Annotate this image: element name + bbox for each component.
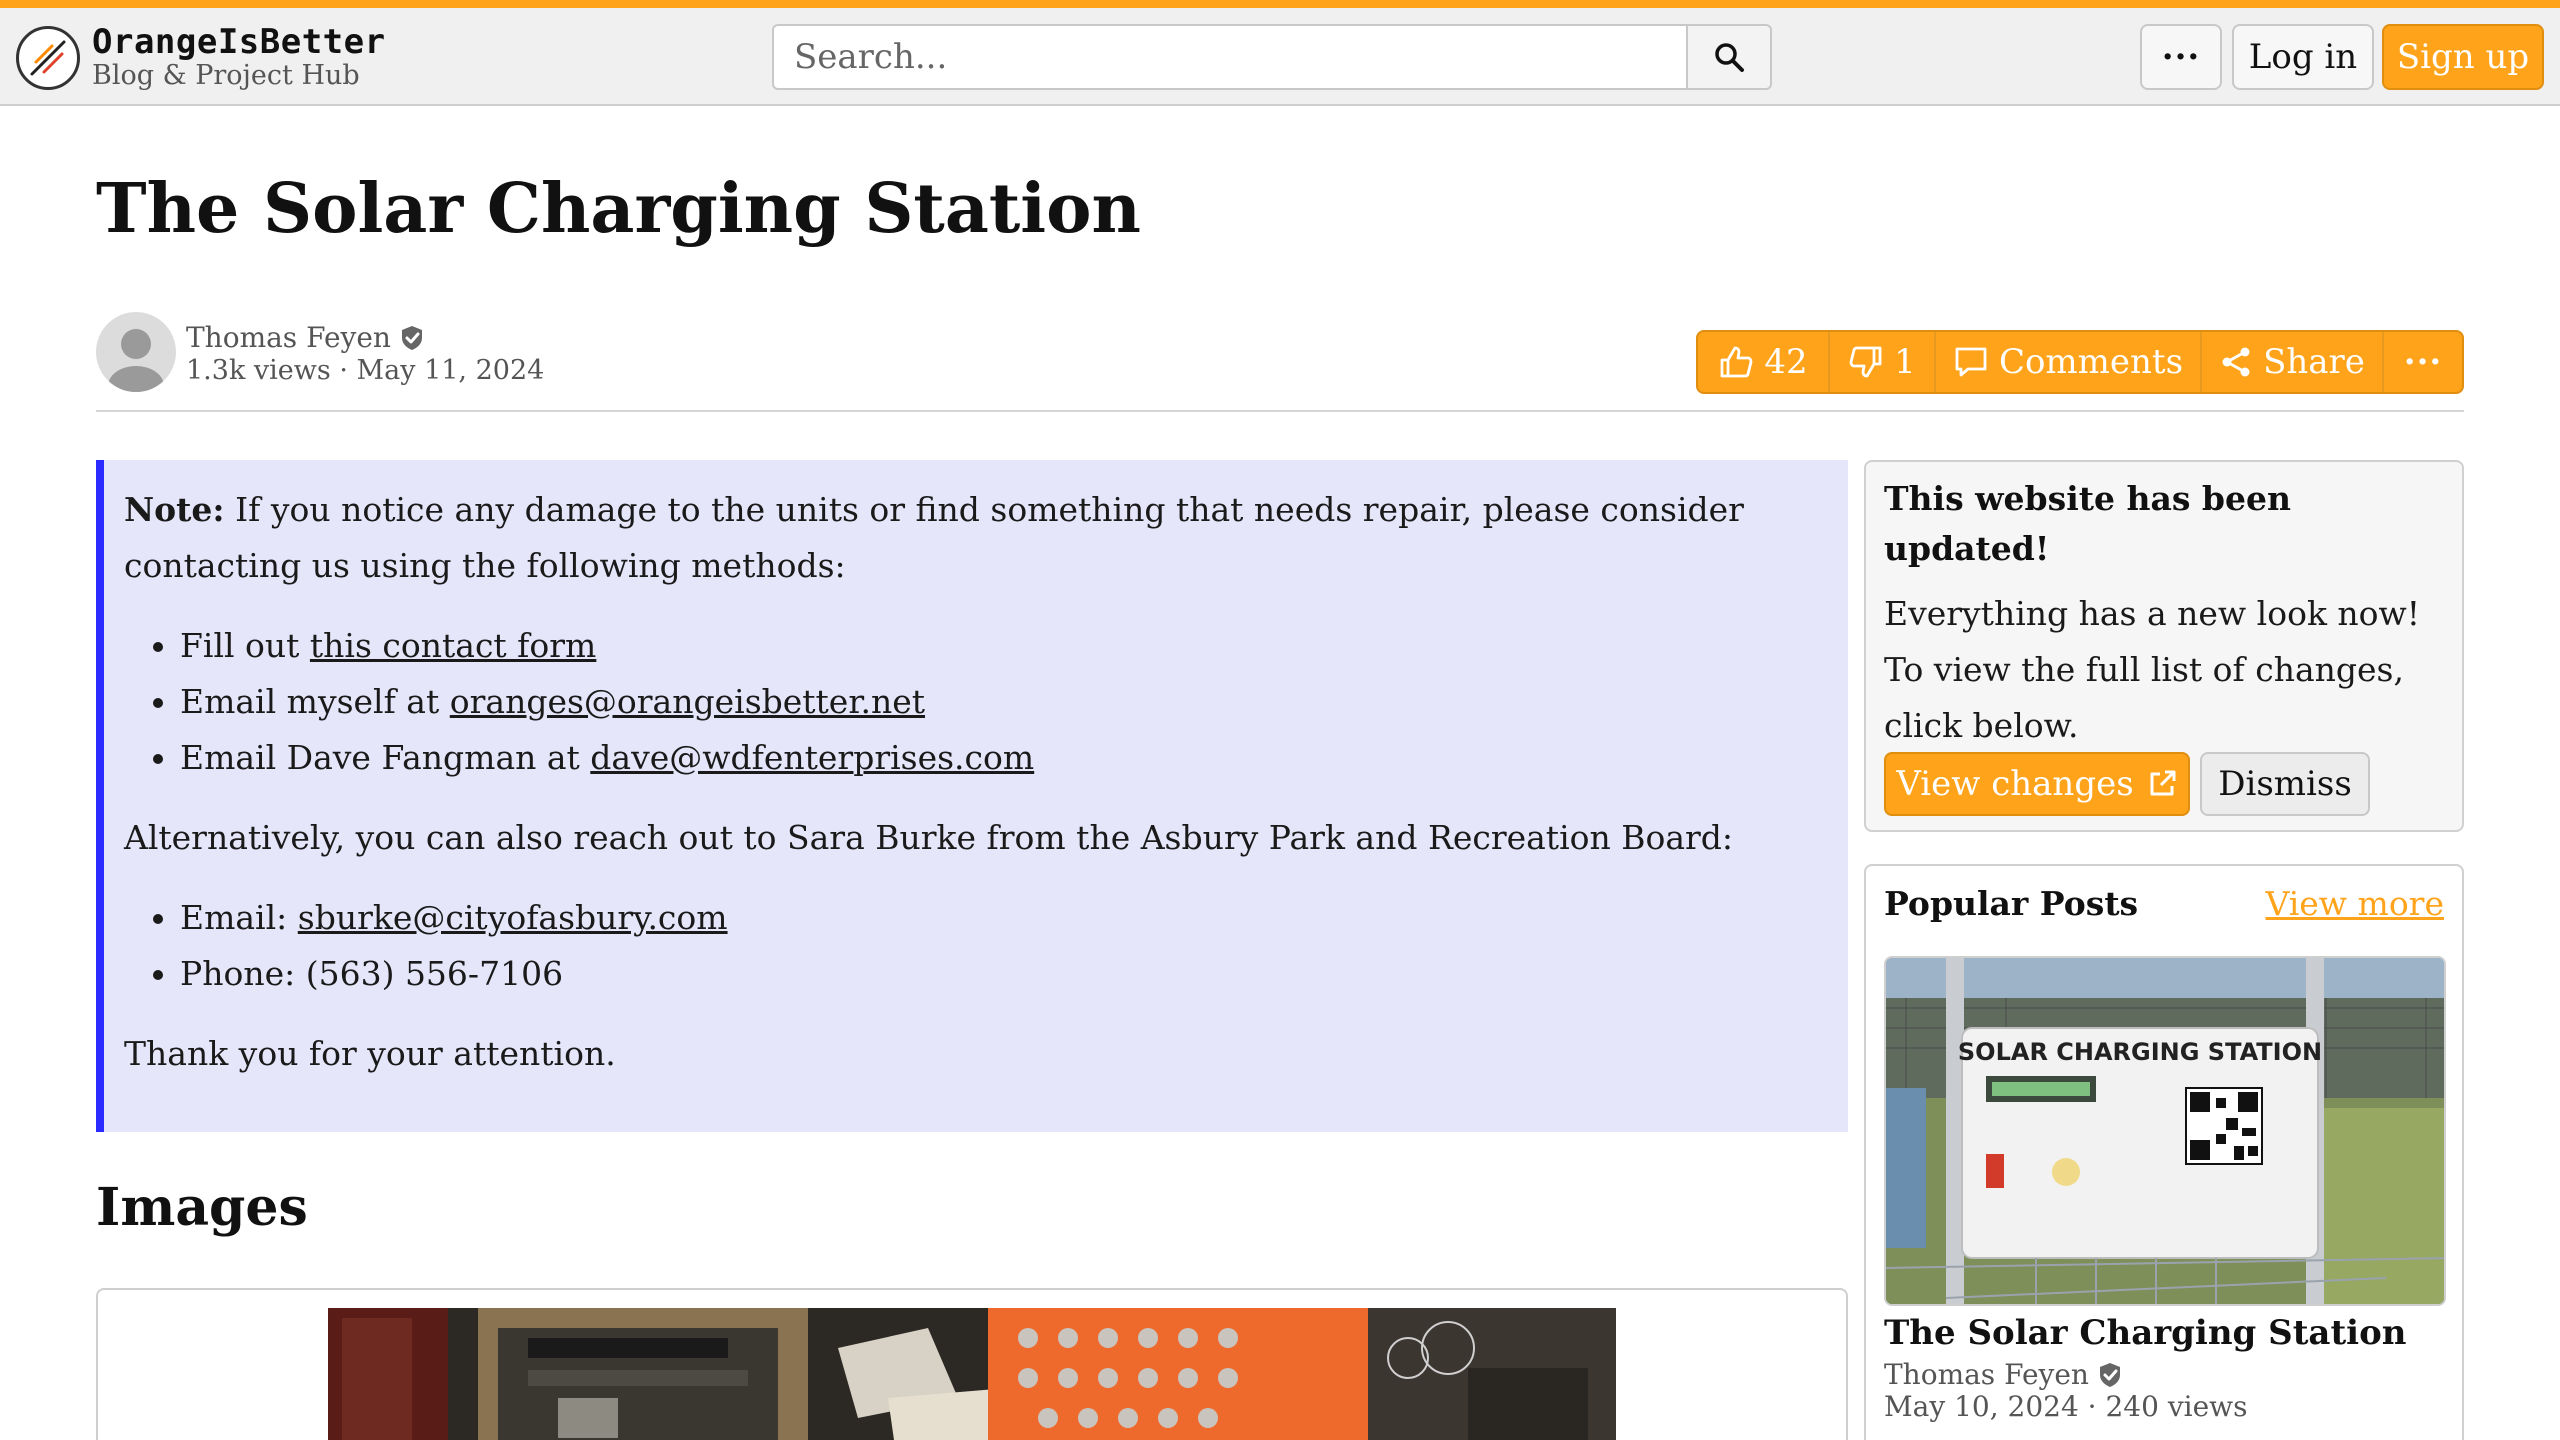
thumbs-up-icon bbox=[1720, 346, 1753, 378]
post-meta: May 10, 2024 · 240 views bbox=[1884, 1390, 2248, 1423]
thanks-text: Thank you for your attention. bbox=[124, 1034, 616, 1073]
search-input[interactable] bbox=[772, 24, 1686, 90]
view-changes-label: View changes bbox=[1896, 764, 2134, 804]
login-button[interactable]: Log in bbox=[2232, 24, 2374, 90]
brand-name: OrangeIsBetter bbox=[92, 22, 386, 62]
orange-logo-icon bbox=[16, 26, 80, 90]
alternative-contact-text: Alternatively, you can also reach out to… bbox=[124, 818, 1734, 857]
list-item: Phone: (563) 556-7106 bbox=[180, 946, 1820, 1002]
list-item-text: Email myself at bbox=[180, 682, 450, 721]
post-thumbnail[interactable]: SOLAR CHARGING STATION bbox=[1884, 956, 2446, 1306]
update-title: This website has been updated! bbox=[1884, 479, 2291, 568]
verified-badge-icon bbox=[401, 326, 422, 350]
share-label: Share bbox=[2263, 342, 2365, 382]
comments-label: Comments bbox=[1998, 342, 2184, 382]
article-action-bar: 42 1 Comments Share ··· bbox=[1696, 330, 2464, 394]
share-icon bbox=[2222, 347, 2250, 377]
post-author-row: Thomas Feyen bbox=[1884, 1358, 2123, 1392]
contact-form-link[interactable]: this contact form bbox=[310, 626, 596, 665]
view-more-link[interactable]: View more bbox=[2265, 884, 2444, 923]
sburke-email-link[interactable]: sburke@cityofasbury.com bbox=[298, 898, 728, 937]
article-meta: 1.3k views · May 11, 2024 bbox=[186, 354, 544, 388]
signup-button[interactable]: Sign up bbox=[2382, 24, 2544, 90]
list-item-text: Fill out bbox=[180, 626, 310, 665]
dislike-count: 1 bbox=[1894, 342, 1916, 382]
post-title-link[interactable]: The Solar Charging Station bbox=[1884, 1308, 2406, 1358]
site-update-card: This website has been updated! Everythin… bbox=[1864, 460, 2464, 832]
author-name[interactable]: Thomas Feyen bbox=[186, 320, 391, 356]
meta-divider bbox=[96, 410, 2464, 412]
author-avatar[interactable] bbox=[96, 312, 176, 392]
contact-methods-list: Fill out this contact form Email myself … bbox=[180, 618, 1820, 786]
popular-posts-card: Popular Posts View more SOLAR CHARGING S… bbox=[1864, 864, 2464, 1440]
search-icon bbox=[1715, 43, 1744, 72]
verified-badge-icon bbox=[2099, 1363, 2120, 1387]
like-count: 42 bbox=[1764, 342, 1808, 382]
meta-separator: · bbox=[339, 355, 357, 386]
avatar-placeholder-icon bbox=[108, 329, 164, 392]
article-more-button[interactable]: ··· bbox=[2384, 332, 2462, 392]
brand-subtitle: Blog & Project Hub bbox=[92, 60, 360, 91]
search-button[interactable] bbox=[1686, 24, 1772, 90]
list-item: Email myself at oranges@orangeisbetter.n… bbox=[180, 674, 1820, 730]
gallery-image[interactable] bbox=[328, 1308, 1616, 1440]
update-body: Everything has a new look now! To view t… bbox=[1884, 594, 2421, 745]
notice-label: Note: bbox=[124, 490, 225, 529]
external-link-icon bbox=[2150, 770, 2176, 796]
image-gallery-card bbox=[96, 1288, 1848, 1440]
update-buttons: View changes Dismiss bbox=[1884, 752, 2370, 816]
list-item: Email: sburke@cityofasbury.com bbox=[180, 890, 1820, 946]
view-count: 1.3k views bbox=[186, 355, 331, 386]
list-item-text: Email: bbox=[180, 898, 298, 937]
popular-posts-title: Popular Posts bbox=[1884, 883, 2139, 923]
list-item: Fill out this contact form bbox=[180, 618, 1820, 674]
author-name-row: Thomas Feyen bbox=[186, 320, 425, 356]
popular-posts-header: Popular Posts View more bbox=[1884, 878, 2444, 928]
header-more-button[interactable]: ··· bbox=[2140, 24, 2222, 90]
dave-email-link[interactable]: dave@wdfenterprises.com bbox=[590, 738, 1034, 777]
list-item: Email Dave Fangman at dave@wdfenterprise… bbox=[180, 730, 1820, 786]
brand-home-link[interactable]: OrangeIsBetter Blog & Project Hub bbox=[16, 24, 386, 92]
list-item-text: Email Dave Fangman at bbox=[180, 738, 591, 777]
site-header: OrangeIsBetter Blog & Project Hub ··· Lo… bbox=[0, 8, 2560, 106]
brand-text: OrangeIsBetter Blog & Project Hub bbox=[92, 24, 386, 92]
images-heading: Images bbox=[96, 1177, 308, 1238]
top-accent-bar bbox=[0, 0, 2560, 8]
notice-callout: Note: If you notice any damage to the un… bbox=[96, 460, 1848, 1132]
comments-button[interactable]: Comments bbox=[1936, 332, 2202, 392]
dismiss-button[interactable]: Dismiss bbox=[2200, 752, 2370, 816]
thumbs-down-icon bbox=[1849, 346, 1882, 378]
share-button[interactable]: Share bbox=[2202, 332, 2384, 392]
page-title: The Solar Charging Station bbox=[96, 169, 1141, 249]
publish-date: May 11, 2024 bbox=[356, 355, 545, 386]
post-author[interactable]: Thomas Feyen bbox=[1884, 1358, 2089, 1392]
thumbnail-sign-text: SOLAR CHARGING STATION bbox=[1958, 1038, 2322, 1066]
dislike-button[interactable]: 1 bbox=[1830, 332, 1936, 392]
comment-icon bbox=[1955, 347, 1987, 377]
phone-text: Phone: (563) 556-7106 bbox=[180, 954, 564, 993]
like-button[interactable]: 42 bbox=[1698, 332, 1830, 392]
view-changes-button[interactable]: View changes bbox=[1884, 752, 2190, 816]
board-contact-list: Email: sburke@cityofasbury.com Phone: (5… bbox=[180, 890, 1820, 1002]
oranges-email-link[interactable]: oranges@orangeisbetter.net bbox=[450, 682, 925, 721]
notice-lead: Note: If you notice any damage to the un… bbox=[124, 482, 1820, 594]
notice-text: If you notice any damage to the units or… bbox=[124, 490, 1744, 585]
search-bar bbox=[772, 24, 1772, 90]
